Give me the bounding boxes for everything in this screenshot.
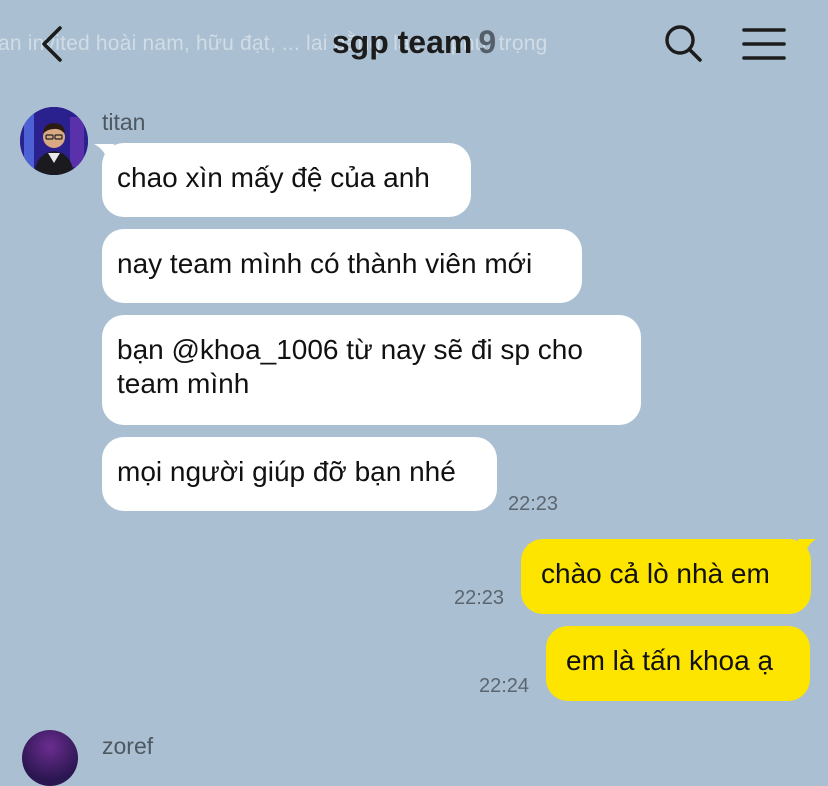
message-bubble-mine[interactable]: chào cả lò nhà em — [521, 539, 811, 614]
search-icon — [665, 25, 702, 62]
sender-name: zoref — [102, 733, 154, 759]
member-count: 9 — [478, 24, 497, 60]
message-bubble-mine[interactable]: em là tấn khoa ạ — [546, 626, 810, 701]
menu-button[interactable] — [740, 22, 788, 66]
message-text: chào cả lò nhà em — [541, 558, 770, 589]
avatar-image — [20, 107, 88, 175]
message-time: 22:24 — [479, 675, 530, 697]
message-bubble[interactable]: chao xìn mấy đệ của anh — [102, 143, 471, 217]
sender-name: titan — [102, 109, 146, 135]
avatar[interactable] — [20, 107, 88, 175]
message-bubble[interactable]: nay team mình có thành viên mới — [102, 229, 582, 303]
message-bubble[interactable]: bạn @khoa_1006 từ nay sẽ đi sp cho team … — [102, 315, 641, 425]
bubble-tail — [798, 539, 816, 559]
message-text: bạn @khoa_1006 từ nay sẽ đi sp cho team … — [117, 334, 583, 399]
hamburger-menu-icon — [742, 28, 786, 60]
message-time: 22:23 — [454, 587, 505, 609]
group-name: sgp team — [331, 24, 473, 60]
message-text: mọi người giúp đỡ bạn nhé — [117, 456, 456, 487]
message-time: 22:23 — [508, 493, 559, 515]
message-text: em là tấn khoa ạ — [566, 645, 774, 676]
chat-header: an invited hoài nam, hữu đạt, ... lai bằ… — [0, 0, 828, 88]
message-text: chao xìn mấy đệ của anh — [117, 162, 430, 193]
message-bubble[interactable]: mọi người giúp đỡ bạn nhé — [102, 437, 497, 511]
avatar[interactable] — [22, 730, 78, 786]
search-button[interactable] — [660, 20, 706, 66]
message-text: nay team mình có thành viên mới — [117, 248, 533, 279]
